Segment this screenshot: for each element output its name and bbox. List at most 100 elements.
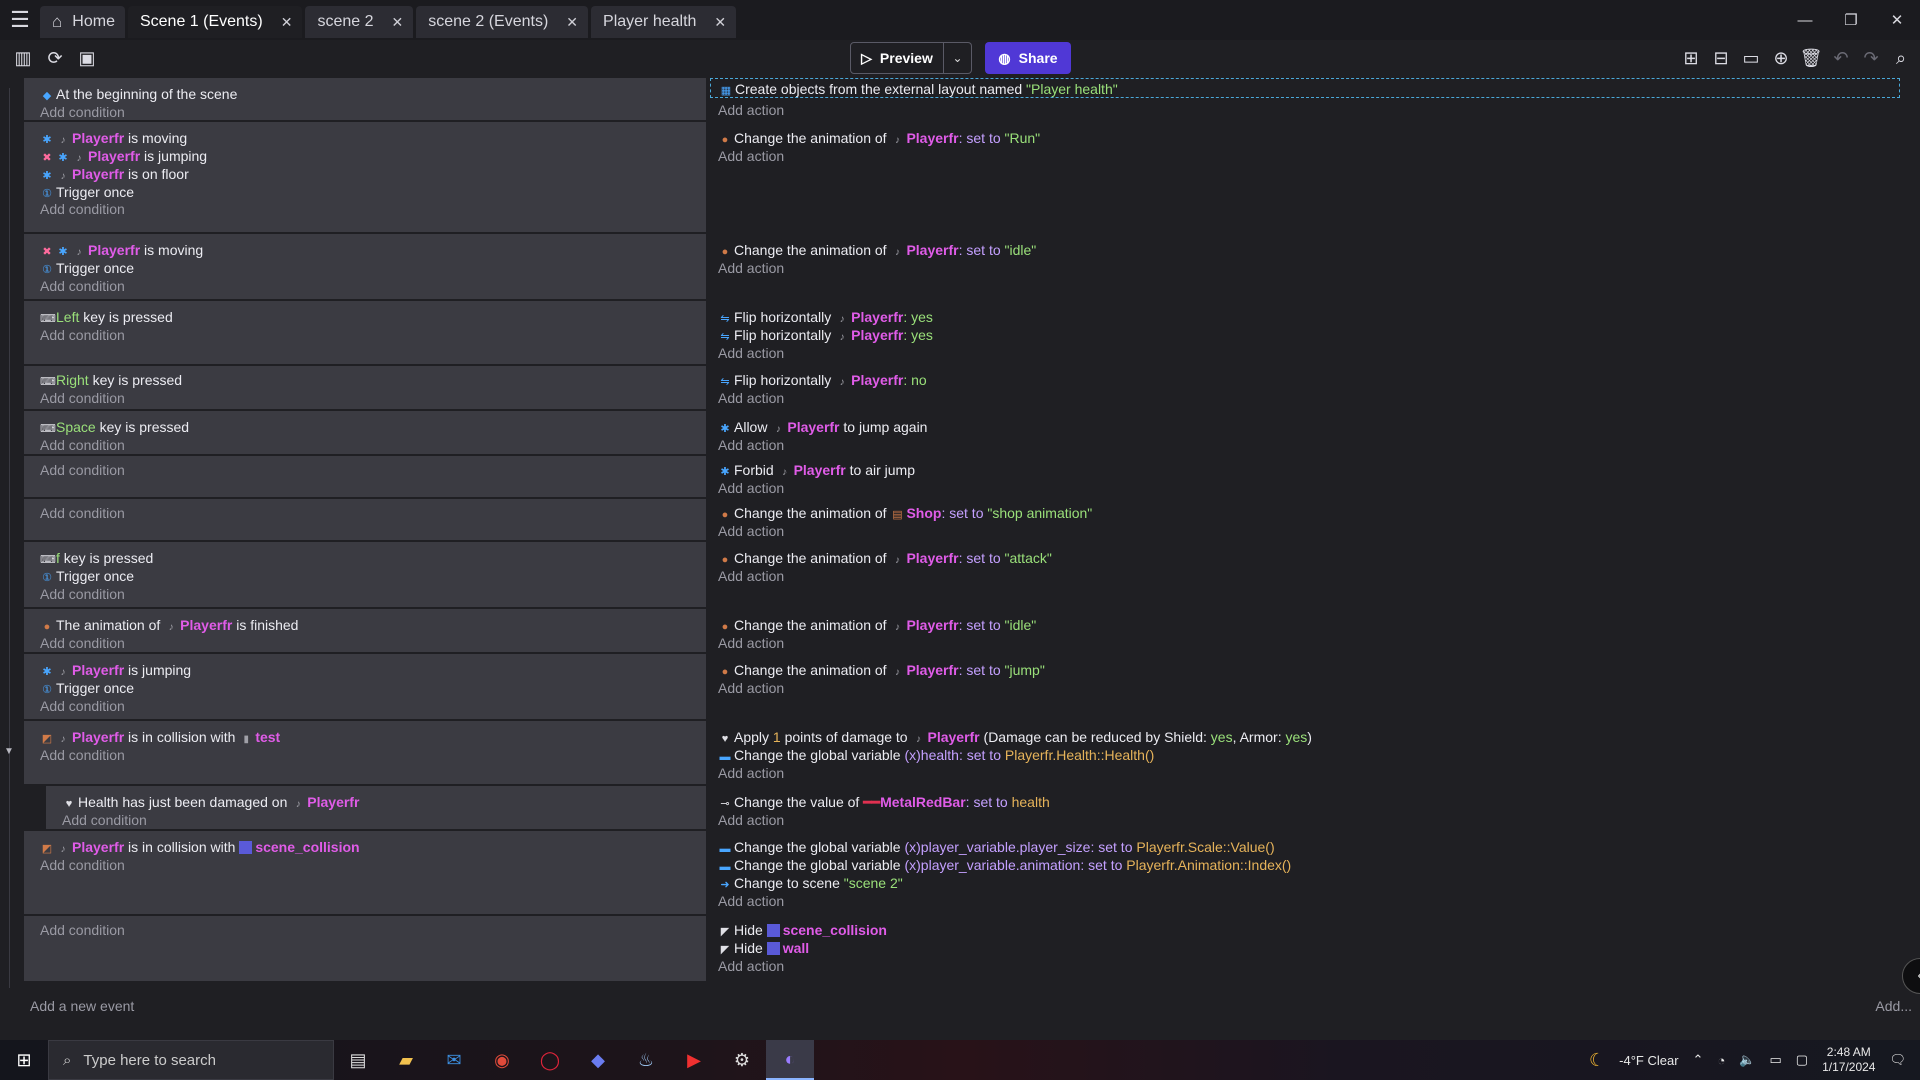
- add-comment-icon[interactable]: ▭: [1740, 46, 1762, 70]
- event-row[interactable]: ◩ ♪ Playerfr is in collision with ▮ test Ad…: [24, 721, 1904, 786]
- action[interactable]: ▦ Create objects from the external layout…: [710, 78, 1900, 98]
- undo-icon[interactable]: ↶: [1830, 46, 1852, 70]
- actions-panel[interactable]: ✱ Forbid ♪ Playerfr to air jump Add action: [708, 456, 1904, 499]
- opera-icon[interactable]: ◯: [526, 1040, 574, 1080]
- actions-panel[interactable]: ● Change the animation of ♪ Playerfr: set …: [708, 654, 1904, 721]
- actions-panel[interactable]: ▬ Change the global variable (x)player_va…: [708, 831, 1904, 916]
- save-icon[interactable]: ▣: [76, 46, 98, 70]
- action[interactable]: ● Change the animation of ▤ Shop: set to "…: [718, 503, 1093, 523]
- add-action-link[interactable]: Add action: [718, 343, 784, 363]
- event-row[interactable]: Add condition ✱ Forbid ♪ Playerfr to air j…: [24, 456, 1904, 499]
- actions-panel[interactable]: ▦ Create objects from the external layout…: [708, 78, 1904, 122]
- event-row[interactable]: ⌨f key is pressed ① Trigger once Add cond…: [24, 542, 1904, 609]
- add-condition-link[interactable]: Add condition: [40, 696, 125, 716]
- close-icon[interactable]: ✕: [281, 14, 293, 31]
- action[interactable]: ⊸ Change the value of ━━MetalRedBar: set …: [718, 792, 1049, 812]
- actions-panel[interactable]: ● Change the animation of ♪ Playerfr: set …: [708, 234, 1904, 301]
- actions-panel[interactable]: ● Change the animation of ▤ Shop: set to "…: [708, 499, 1904, 542]
- clock[interactable]: 2:48 AM 1/17/2024: [1822, 1045, 1875, 1075]
- add-condition-link[interactable]: Add condition: [40, 199, 125, 219]
- actions-panel[interactable]: ◤ Hide scene_collision ◤ Hide wall Add act…: [708, 916, 1904, 983]
- conditions-panel[interactable]: ✱ ♪ Playerfr is jumping ① Trigger once Add …: [24, 654, 706, 721]
- delete-icon[interactable]: 🗑: [1800, 46, 1823, 70]
- condition[interactable]: ⌨f key is pressed: [40, 548, 153, 568]
- task-view-icon[interactable]: ▤: [334, 1040, 382, 1080]
- bing-icon[interactable]: ◆: [574, 1040, 622, 1080]
- tab-scene2[interactable]: scene 2 ✕: [305, 6, 414, 38]
- add-action-link[interactable]: Add action: [718, 435, 784, 455]
- event-row[interactable]: ✱ ♪ Playerfr is moving ✖ ✱ ♪ Playerfr is jump…: [24, 122, 1904, 234]
- search-icon[interactable]: ⌕: [1890, 46, 1912, 70]
- history-icon[interactable]: ⟳: [44, 46, 66, 70]
- window-close-icon[interactable]: ✕: [1874, 0, 1920, 40]
- add-action-link[interactable]: Add action: [718, 388, 784, 408]
- youtube-icon[interactable]: ▶: [670, 1040, 718, 1080]
- condition[interactable]: ◩ ♪ Playerfr is in collision with ▮ test: [40, 727, 280, 747]
- event-row[interactable]: ✖ ✱ ♪ Playerfr is moving ① Trigger once Add …: [24, 234, 1904, 301]
- add-condition-link[interactable]: Add condition: [40, 855, 125, 875]
- action[interactable]: ◤ Hide wall: [718, 938, 809, 958]
- mail-icon[interactable]: ✉: [430, 1040, 478, 1080]
- add-condition-link[interactable]: Add condition: [40, 633, 125, 653]
- action[interactable]: ⇋ Flip horizontally ♪ Playerfr: no: [718, 370, 926, 390]
- event-row[interactable]: ● The animation of ♪ Playerfr is finished …: [24, 609, 1904, 654]
- condition[interactable]: ◆ At the beginning of the scene: [40, 84, 238, 104]
- condition[interactable]: ① Trigger once: [40, 678, 134, 698]
- actions-panel[interactable]: ● Change the animation of ♪ Playerfr: set …: [708, 122, 1904, 234]
- add-action-link[interactable]: Add action: [718, 678, 784, 698]
- action[interactable]: ⇋ Flip horizontally ♪ Playerfr: yes: [718, 307, 933, 327]
- conditions-panel[interactable]: ● The animation of ♪ Playerfr is finished …: [24, 609, 706, 654]
- event-row[interactable]: ⌨Space key is pressed Add condition ✱ All…: [24, 411, 1904, 456]
- add-action-link[interactable]: Add action: [718, 891, 784, 911]
- action[interactable]: ▬ Change the global variable (x)health: s…: [718, 745, 1155, 765]
- sub-event-row[interactable]: ♥ Health has just been damaged on ♪ Player…: [24, 786, 1904, 831]
- condition[interactable]: ✖ ✱ ♪ Playerfr is jumping: [40, 146, 207, 166]
- condition[interactable]: ① Trigger once: [40, 258, 134, 278]
- conditions-panel[interactable]: Add condition: [24, 499, 706, 542]
- weather-text[interactable]: -4°F Clear: [1619, 1053, 1678, 1068]
- network-icon[interactable]: ◔: [1717, 1053, 1725, 1068]
- action[interactable]: ➜ Change to scene "scene 2": [718, 873, 902, 893]
- minimize-icon[interactable]: —: [1782, 0, 1828, 40]
- add-condition-link[interactable]: Add condition: [40, 503, 125, 523]
- conditions-panel[interactable]: ◩ ♪ Playerfr is in collision with ▮ test Ad…: [24, 721, 706, 786]
- preview-dropdown-button[interactable]: ⌄: [944, 42, 972, 74]
- conditions-panel[interactable]: ⌨f key is pressed ① Trigger once Add cond…: [24, 542, 706, 609]
- gdevelop-icon[interactable]: ◐: [766, 1040, 814, 1080]
- windows-start-icon[interactable]: ⊞: [0, 1040, 48, 1080]
- battery-icon[interactable]: ▭: [1770, 1052, 1782, 1068]
- action[interactable]: ● Change the animation of ♪ Playerfr: set …: [718, 128, 1040, 148]
- add-action-link[interactable]: Add action: [718, 956, 784, 976]
- actions-panel[interactable]: ⊸ Change the value of ━━MetalRedBar: set …: [708, 786, 1904, 831]
- chevron-up-icon[interactable]: ⌃: [1693, 1052, 1704, 1068]
- conditions-panel[interactable]: ✖ ✱ ♪ Playerfr is moving ① Trigger once Add …: [24, 234, 706, 301]
- actions-panel[interactable]: ✱ Allow ♪ Playerfr to jump again Add actio…: [708, 411, 1904, 456]
- action[interactable]: ● Change the animation of ♪ Playerfr: set …: [718, 660, 1045, 680]
- add-condition-link[interactable]: Add condition: [40, 920, 125, 940]
- tab-scene1-events[interactable]: Scene 1 (Events) ✕: [127, 6, 303, 38]
- action[interactable]: ♥ Apply 1 points of damage to ♪ Playerfr (…: [718, 727, 1312, 747]
- add-action-link[interactable]: Add action: [718, 258, 784, 278]
- share-button[interactable]: ◍ Share: [985, 42, 1071, 74]
- add-condition-link[interactable]: Add condition: [40, 388, 125, 408]
- event-row[interactable]: ⌨Right key is pressed Add condition ⇋ Fli…: [24, 366, 1904, 411]
- action[interactable]: ● Change the animation of ♪ Playerfr: set …: [718, 615, 1037, 635]
- add-condition-link[interactable]: Add condition: [40, 584, 125, 604]
- actions-panel[interactable]: ⇋ Flip horizontally ♪ Playerfr: no Add act…: [708, 366, 1904, 411]
- notifications-icon[interactable]: 🗨: [1889, 1052, 1906, 1068]
- hamburger-menu-icon[interactable]: ☰: [0, 0, 40, 40]
- add-condition-link[interactable]: Add condition: [40, 325, 125, 345]
- action[interactable]: ▬ Change the global variable (x)player_va…: [718, 837, 1275, 857]
- panels-icon[interactable]: ▥: [12, 46, 34, 70]
- add-condition-link[interactable]: Add condition: [40, 745, 125, 765]
- settings-gear-icon[interactable]: ⚙: [718, 1040, 766, 1080]
- event-row[interactable]: ◩ ♪ Playerfr is in collision with scene_co…: [24, 831, 1904, 916]
- add-condition-link[interactable]: Add condition: [40, 435, 125, 455]
- close-icon[interactable]: ✕: [714, 14, 726, 31]
- conditions-panel[interactable]: Add condition: [24, 456, 706, 499]
- condition[interactable]: ✱ ♪ Playerfr is jumping: [40, 660, 191, 680]
- add-action-link[interactable]: Add action: [718, 146, 784, 166]
- action[interactable]: ● Change the animation of ♪ Playerfr: set …: [718, 240, 1037, 260]
- tab-home[interactable]: ⌂ Home: [40, 6, 125, 38]
- preview-button[interactable]: ▷ Preview: [850, 42, 944, 74]
